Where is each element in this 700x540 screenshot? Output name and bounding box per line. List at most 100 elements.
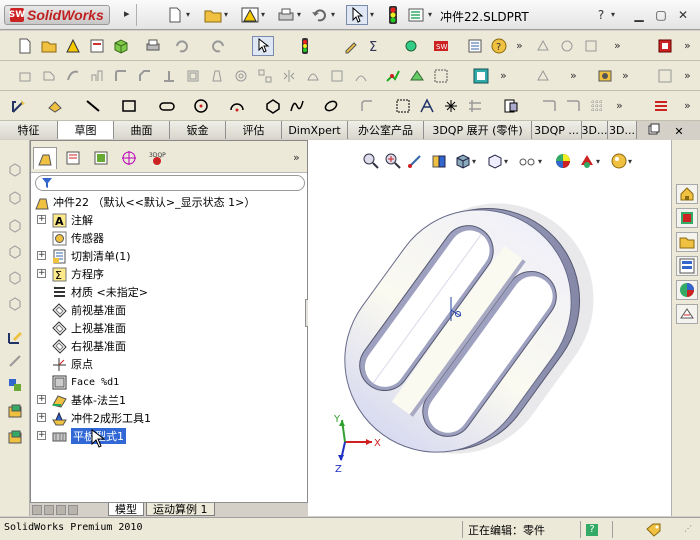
linear-pattern-icon[interactable] [466, 97, 484, 115]
tab-3dqp-more[interactable]: 3DQP ... [532, 121, 582, 139]
hole-gray-icon[interactable] [232, 67, 250, 85]
status-tag-cell[interactable] [612, 521, 682, 538]
view-settings-dropdown-icon[interactable]: ▾ [628, 157, 632, 166]
draft-gray-icon[interactable] [208, 67, 226, 85]
help-dropdown-icon[interactable]: ▾ [611, 10, 615, 19]
warning-icon[interactable] [240, 5, 260, 25]
insert-component-icon[interactable] [6, 428, 24, 446]
expand-cutlist-icon[interactable]: + [37, 251, 46, 260]
options-dropdown-icon[interactable]: ▾ [428, 10, 432, 19]
select-icon[interactable] [252, 36, 274, 56]
rebuild-icon[interactable] [296, 37, 314, 55]
graphics-area[interactable]: ▾ ▾ ▾ ▾ ▾ X Y Z [308, 140, 671, 516]
tree-item-face[interactable]: Face %d1 [51, 373, 119, 391]
mirror-entities-icon[interactable] [564, 97, 582, 115]
select-pointer-icon[interactable] [346, 5, 368, 25]
undo-gray-icon[interactable] [172, 37, 190, 55]
print-preview-icon[interactable] [144, 37, 162, 55]
tab-evaluate[interactable]: 评估 [226, 121, 282, 139]
property-manager-tab-icon[interactable] [61, 147, 85, 169]
table-gray-icon[interactable] [656, 67, 674, 85]
apply-scene-dropdown-icon[interactable]: ▾ [596, 157, 600, 166]
properties-icon[interactable] [88, 37, 106, 55]
feature-gray-3-icon[interactable] [582, 37, 600, 55]
tab-sheet-metal[interactable]: 钣金 [170, 121, 226, 139]
section-view-icon[interactable] [472, 67, 490, 85]
tree-item-front-plane[interactable]: 前视基准面 [51, 301, 126, 319]
cut-extrude-gray-icon[interactable] [6, 216, 24, 234]
grid-icon[interactable] [588, 97, 606, 115]
spline-icon[interactable] [288, 97, 306, 115]
toolbar1c-more-icon[interactable]: » [684, 39, 691, 52]
extrude-gray-icon[interactable] [16, 67, 34, 85]
sketch-vertical-icon[interactable] [6, 328, 24, 346]
expand-base-flange-icon[interactable]: + [37, 395, 46, 404]
insert-part-icon[interactable] [6, 402, 24, 420]
dimxpert-manager-tab-icon[interactable] [117, 147, 141, 169]
line-icon[interactable] [84, 97, 102, 115]
nav-next-icon[interactable] [56, 504, 66, 515]
arc-icon[interactable] [228, 97, 246, 115]
new-document-icon[interactable] [166, 5, 184, 25]
tree-item-top-plane[interactable]: 上视基准面 [51, 319, 126, 337]
tab-motion-study[interactable]: 运动算例 1 [146, 503, 215, 516]
assembly-gray-icon[interactable] [534, 67, 552, 85]
revolve-boss-gray-icon[interactable] [6, 188, 24, 206]
tree-item-flat-pattern[interactable]: 平板型式1 [51, 427, 126, 445]
toolbar3-more-icon[interactable]: » [616, 99, 623, 112]
feature-tree-tab-icon[interactable] [33, 147, 57, 169]
ellipse-icon[interactable] [322, 97, 340, 115]
status-help-cell[interactable]: ? [580, 521, 612, 538]
display-style-dropdown-icon[interactable]: ▾ [504, 157, 508, 166]
help-button[interactable]: ? [592, 6, 610, 24]
circle-icon[interactable] [192, 97, 210, 115]
undo-dropdown-icon[interactable]: ▾ [331, 10, 335, 19]
pattern-gray-icon[interactable] [256, 67, 274, 85]
minimize-icon[interactable]: ▁ [630, 6, 648, 24]
tab-dimxpert[interactable]: DimXpert [282, 121, 348, 139]
hide-show-dropdown-icon[interactable]: ▾ [538, 157, 542, 166]
print-icon[interactable] [276, 5, 296, 25]
macro-icon[interactable] [596, 67, 614, 85]
offset-entities-icon[interactable] [394, 97, 412, 115]
undo-icon[interactable] [310, 5, 330, 25]
float-window-icon[interactable] [648, 123, 662, 138]
fillet-gray-icon[interactable] [112, 67, 130, 85]
maximize-icon[interactable]: ▢ [652, 6, 670, 24]
select-dropdown-icon[interactable]: ▾ [370, 10, 374, 19]
hole-wizard-gray-icon[interactable] [6, 268, 24, 286]
toolbar2-more-icon[interactable]: » [500, 69, 507, 82]
toolbar1b-more-icon[interactable]: » [614, 39, 621, 52]
nav-prev-icon[interactable] [44, 504, 54, 515]
view-orientation-icon[interactable] [454, 152, 472, 170]
open-icon[interactable] [40, 37, 58, 55]
tree-item-sensors[interactable]: 传感器 [51, 229, 104, 247]
tree-item-right-plane[interactable]: 右视基准面 [51, 337, 126, 355]
dome-gray-icon[interactable] [304, 67, 322, 85]
wrap-gray-icon[interactable] [328, 67, 346, 85]
3dqp-manager-tab-icon[interactable]: 3DQP [145, 147, 169, 169]
hide-show-icon[interactable] [518, 152, 536, 170]
expand-forming-tool-icon[interactable]: + [37, 413, 46, 422]
warning-dropdown-icon[interactable]: ▾ [261, 10, 265, 19]
zoom-area-icon[interactable] [384, 152, 402, 170]
tree-item-cutlist[interactable]: 切割清单(1) [51, 247, 131, 265]
new-icon[interactable] [16, 37, 34, 55]
feature-filter-input[interactable] [35, 175, 305, 191]
tab-3dqp-unfold[interactable]: 3DQP 展开 (零件) [424, 121, 532, 139]
zoom-to-fit-icon[interactable] [362, 152, 380, 170]
mirror-gray-icon[interactable] [280, 67, 298, 85]
tab-office-products[interactable]: 办公室产品 [348, 121, 424, 139]
view-palette-icon[interactable] [676, 256, 698, 276]
tree-item-equations[interactable]: Σ 方程序 [51, 265, 104, 283]
reference-geometry-icon[interactable] [408, 67, 426, 85]
checklist-icon[interactable] [466, 37, 484, 55]
extrude-boss-gray-icon[interactable] [6, 160, 24, 178]
3d-model-viewport[interactable]: X Y Z [308, 180, 671, 516]
help-question-icon[interactable]: ? [490, 37, 508, 55]
cut-revolve-gray-icon[interactable] [6, 242, 24, 260]
options-list-icon[interactable] [406, 5, 426, 25]
solidworks-resources-icon[interactable] [676, 184, 698, 204]
tab-sketch[interactable]: 草图 [58, 121, 114, 139]
resize-grip-icon[interactable]: ⋰ [684, 524, 692, 533]
